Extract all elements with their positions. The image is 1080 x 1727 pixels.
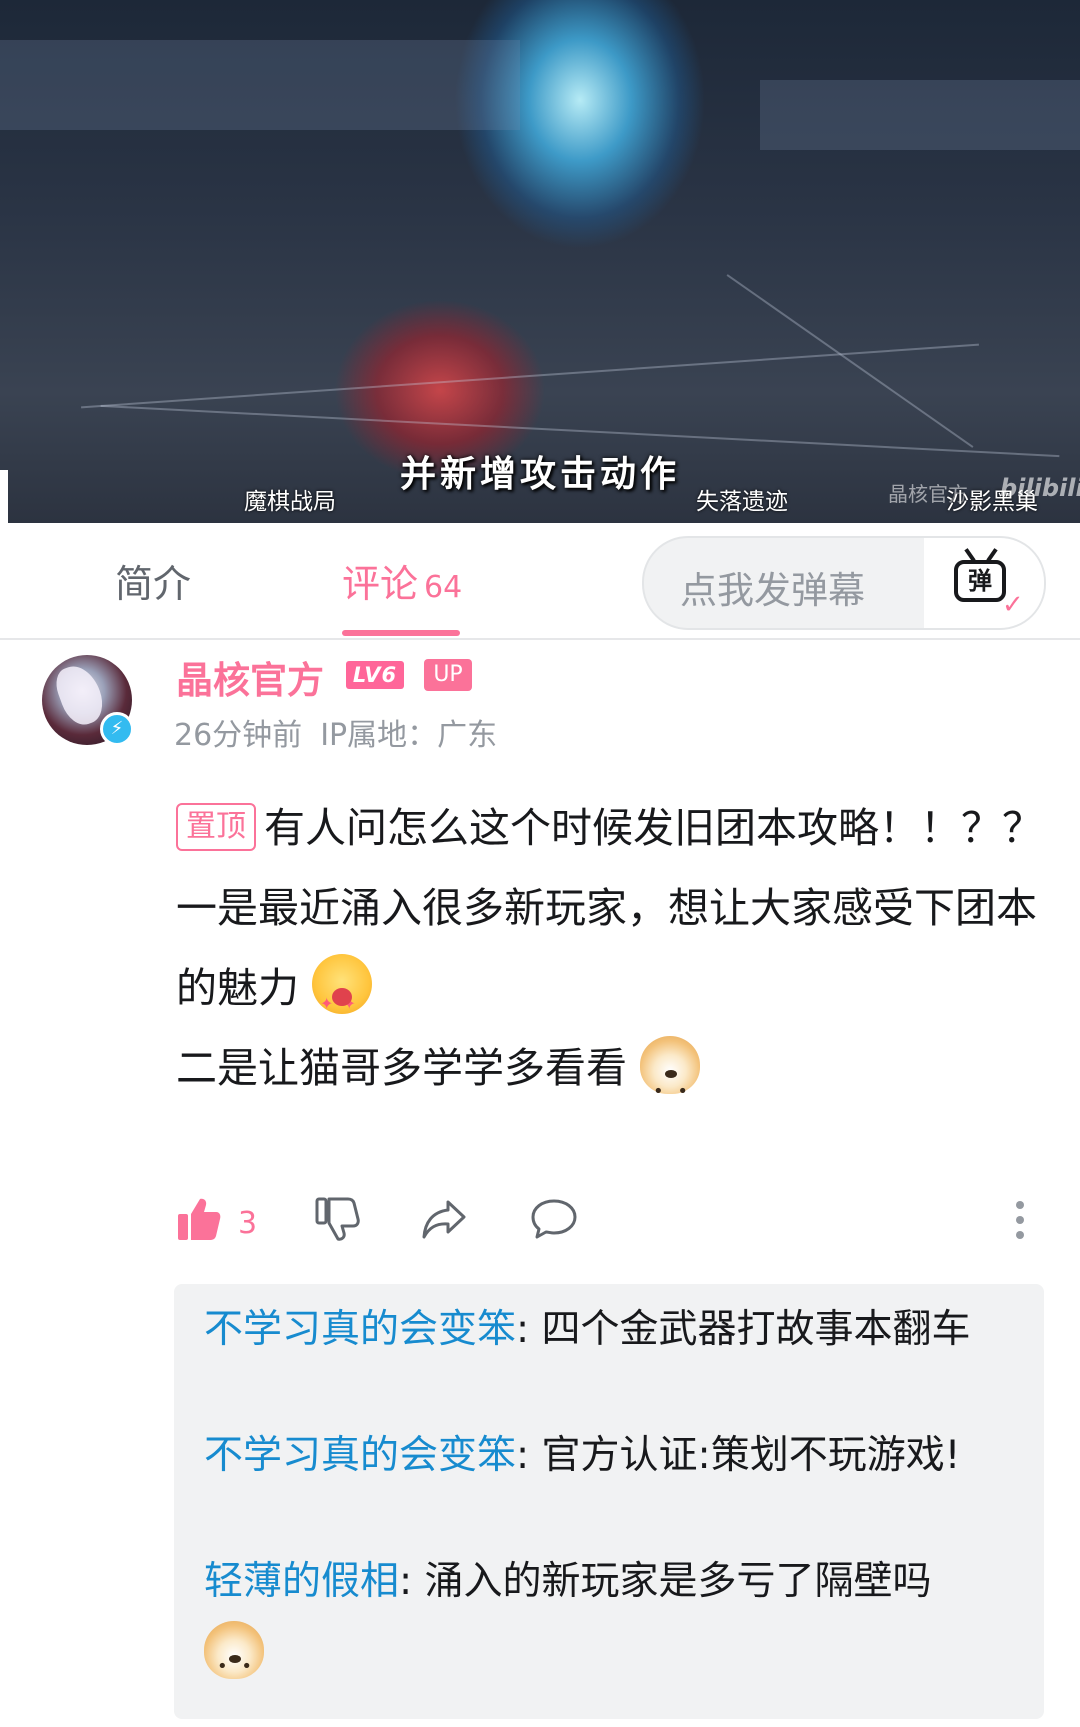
tab-intro[interactable]: 简介 bbox=[115, 553, 191, 608]
tab-comments-label: 评论 bbox=[342, 562, 419, 606]
verified-bolt-icon: ⚡ bbox=[100, 712, 134, 746]
up-badge: UP bbox=[424, 659, 472, 691]
level-badge: LV6 bbox=[346, 661, 404, 689]
progress-edge bbox=[0, 470, 8, 523]
floor-line bbox=[726, 274, 974, 448]
reply-item[interactable]: 不学习真的会变笨: 四个金武器打故事本翻车 bbox=[204, 1300, 994, 1359]
background-wall bbox=[0, 40, 520, 130]
share-button[interactable] bbox=[420, 1196, 468, 1246]
comment-count: 64 bbox=[424, 570, 463, 605]
reply-bubble-icon bbox=[531, 1199, 577, 1239]
more-vertical-icon[interactable] bbox=[1014, 1200, 1026, 1244]
comment-line: 置顶 有人问怎么这个时候发旧团本攻略！！？？ bbox=[176, 788, 1046, 868]
danmaku-placeholder: 点我发弹幕 bbox=[680, 569, 865, 612]
location-label: 失落遗迹 bbox=[696, 489, 788, 515]
bilibili-logo: bilibili bbox=[1000, 474, 1080, 502]
background-railing bbox=[760, 80, 1080, 150]
pinned-badge: 置顶 bbox=[176, 803, 256, 851]
tab-bar: 简介 评论 64 点我发弹幕 弹 ✓ bbox=[0, 523, 1080, 640]
doge-emoji bbox=[640, 1036, 701, 1132]
comment-line-text: 二是让猫哥多学学多看看 bbox=[176, 1044, 627, 1092]
danmaku-toggle-button[interactable]: 弹 ✓ bbox=[924, 538, 1044, 628]
doge-emoji bbox=[204, 1621, 264, 1696]
like-count: 3 bbox=[238, 1206, 258, 1241]
reply-item[interactable]: 轻薄的假相: 涌入的新玩家是多亏了隔壁吗 bbox=[204, 1552, 994, 1696]
video-player[interactable]: 并新增攻击动作 魔棋战局 失落遗迹 晶核官方 沙影黑巢 bilibili bbox=[0, 0, 1080, 523]
comment-line-text: 一是最近涌入很多新玩家，想让大家感受下团本的魅力 bbox=[176, 884, 1037, 1012]
reply-author[interactable]: 不学习真的会变笨 bbox=[204, 1433, 516, 1478]
comment-username[interactable]: 晶核官方 bbox=[176, 650, 324, 704]
reply-button[interactable] bbox=[530, 1196, 578, 1246]
tab-comments[interactable]: 评论 64 bbox=[342, 553, 462, 608]
more-dots bbox=[1016, 1201, 1024, 1239]
comment-time: 26分钟前 bbox=[174, 718, 303, 753]
thumbs-down-icon bbox=[315, 1197, 360, 1241]
share-icon bbox=[422, 1200, 466, 1239]
reply-author[interactable]: 不学习真的会变笨 bbox=[204, 1307, 516, 1352]
location-label: 魔棋战局 bbox=[244, 489, 336, 515]
reply-item[interactable]: 不学习真的会变笨: 官方认证:策划不玩游戏! bbox=[204, 1426, 994, 1485]
wow-face-emoji bbox=[312, 954, 373, 1044]
reply-text: : 涌入的新玩家是多亏了隔壁吗 bbox=[399, 1559, 932, 1604]
like-button[interactable]: 3 bbox=[176, 1196, 257, 1242]
check-icon: ✓ bbox=[1002, 590, 1024, 620]
comment-ip-location: IP属地：广东 bbox=[320, 718, 498, 753]
danmaku-tv-icon: 弹 bbox=[954, 560, 1006, 602]
comment-line-text: 有人问怎么这个时候发旧团本攻略！！？？ bbox=[264, 804, 1043, 852]
comment-line: 二是让猫哥多学学多看看 bbox=[176, 1028, 1046, 1132]
dislike-button[interactable] bbox=[314, 1196, 360, 1246]
comment-meta: 26分钟前 IP属地：广东 bbox=[174, 710, 497, 754]
reply-text: : 四个金武器打故事本翻车 bbox=[516, 1307, 971, 1352]
avatar-figure bbox=[50, 659, 110, 731]
floor-line bbox=[81, 343, 979, 409]
reply-preview-box[interactable]: 不学习真的会变笨: 四个金武器打故事本翻车 不学习真的会变笨: 官方认证:策划不… bbox=[174, 1284, 1044, 1719]
comment-body[interactable]: 置顶 有人问怎么这个时候发旧团本攻略！！？？ 一是最近涌入很多新玩家，想让大家感受… bbox=[176, 788, 1046, 1132]
active-tab-indicator bbox=[342, 630, 460, 636]
comment-line: 一是最近涌入很多新玩家，想让大家感受下团本的魅力 bbox=[176, 868, 1046, 1044]
danmaku-input[interactable]: 点我发弹幕 弹 ✓ bbox=[642, 536, 1046, 630]
comment-actions: 3 bbox=[176, 1196, 1056, 1266]
reply-text: : 官方认证:策划不玩游戏! bbox=[516, 1433, 961, 1478]
thumbs-up-icon bbox=[178, 1198, 221, 1240]
reply-author[interactable]: 轻薄的假相 bbox=[204, 1559, 399, 1604]
